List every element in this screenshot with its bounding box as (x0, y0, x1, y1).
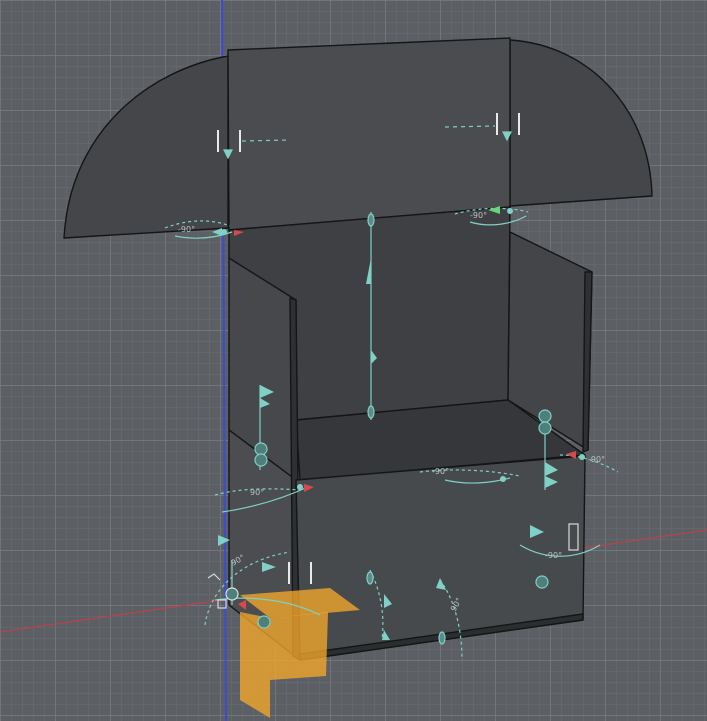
angle-label: -90° (588, 455, 605, 464)
angle-label: -90° (545, 551, 562, 560)
viewport-canvas[interactable]: -90° -90° 90° -90° -90° -90° 90° 90° (0, 0, 707, 721)
angle-label: -90° (178, 225, 195, 234)
angle-label: -90° (470, 211, 487, 220)
angle-label: -90° (432, 467, 449, 476)
lid-panel[interactable] (227, 37, 511, 231)
angle-label: 90° (250, 488, 264, 497)
3d-viewport[interactable]: -90° -90° 90° -90° -90° -90° 90° 90° (0, 0, 707, 721)
